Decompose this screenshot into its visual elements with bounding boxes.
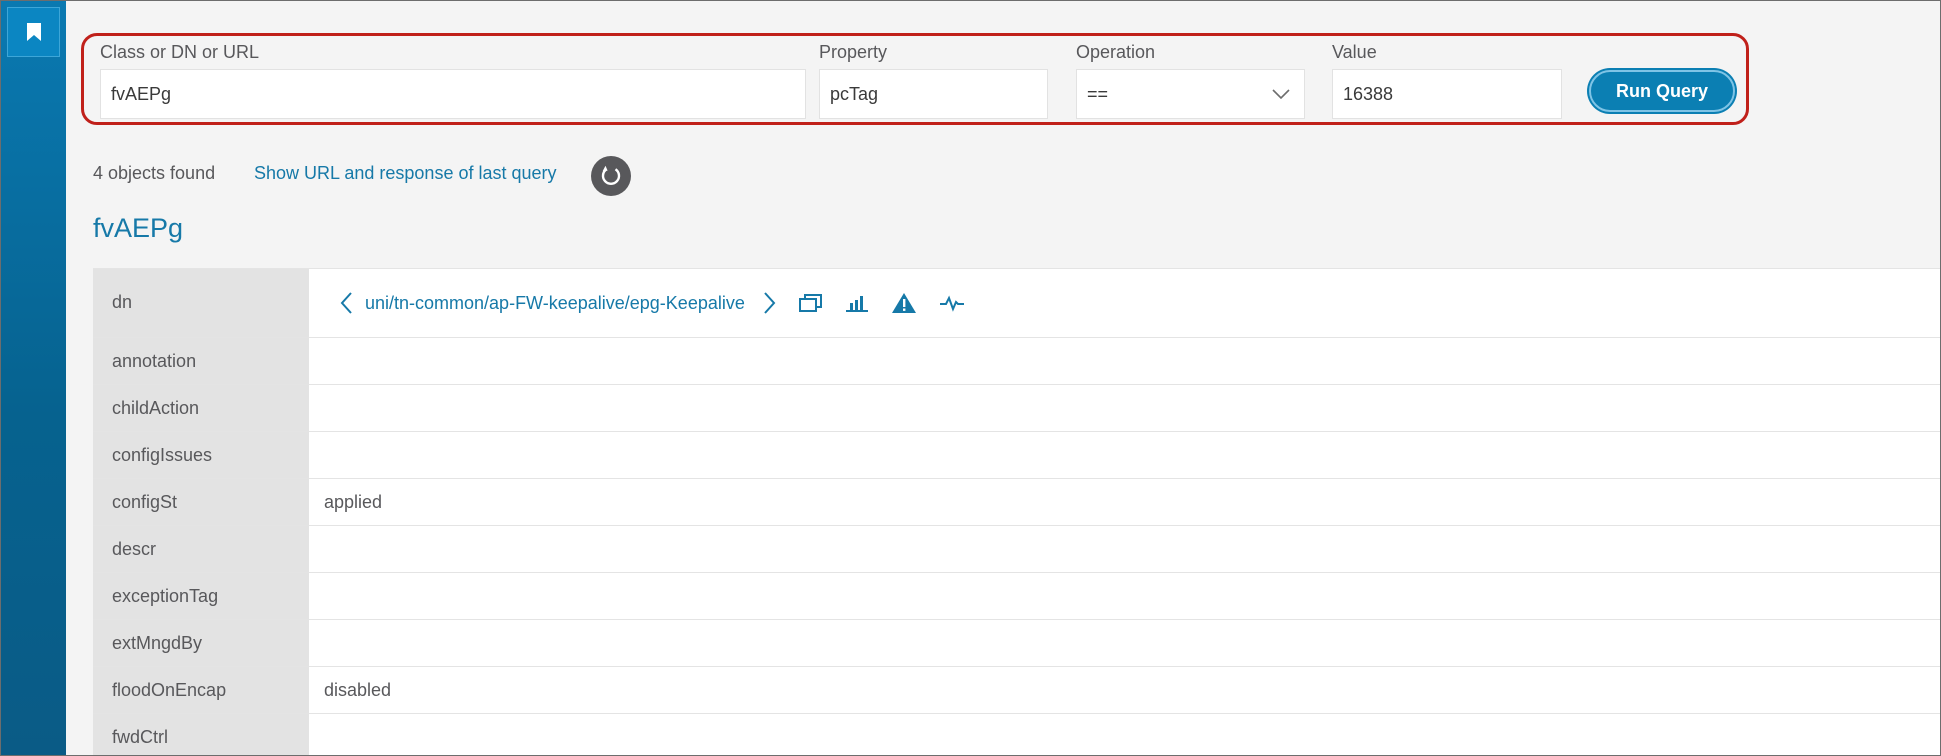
table-row: descr: [93, 526, 1940, 573]
property-field-label: Property: [819, 42, 888, 62]
refresh-button[interactable]: [591, 156, 631, 196]
health-button[interactable]: [939, 293, 965, 313]
chevron-right-icon: [764, 292, 776, 314]
left-sidebar: [1, 1, 66, 755]
property-value: applied: [309, 479, 1940, 525]
dn-link[interactable]: uni/tn-common/ap-FW-keepalive/epg-Keepal…: [365, 293, 745, 314]
table-row-dn: dn uni/tn-common/ap-FW-keepalive/epg-Kee…: [93, 268, 1940, 338]
property-key: descr: [93, 526, 309, 572]
property-key: exceptionTag: [93, 573, 309, 619]
table-row: fwdCtrl: [93, 714, 1940, 755]
operation-selected-value: ==: [1087, 83, 1109, 104]
table-row: configIssues: [93, 432, 1940, 479]
bar-chart-icon: [845, 296, 868, 312]
objects-found-count: 4 objects found: [93, 163, 216, 183]
table-row: floodOnEncap disabled: [93, 667, 1940, 714]
open-window-icon: [798, 294, 822, 312]
property-value: uni/tn-common/ap-FW-keepalive/epg-Keepal…: [309, 269, 1940, 337]
property-value: [309, 385, 1940, 431]
object-properties-table: dn uni/tn-common/ap-FW-keepalive/epg-Kee…: [93, 268, 1940, 755]
class-heading: fvAEPg: [93, 213, 184, 243]
property-key: configSt: [93, 479, 309, 525]
property-value: [309, 573, 1940, 619]
property-key: childAction: [93, 385, 309, 431]
bookmarks-button[interactable]: [7, 7, 60, 57]
property-key: configIssues: [93, 432, 309, 478]
class-field-label: Class or DN or URL: [100, 42, 260, 62]
warning-icon: [891, 293, 916, 313]
statistics-button[interactable]: [845, 293, 869, 313]
property-value: [309, 432, 1940, 478]
property-key: extMngdBy: [93, 620, 309, 666]
property-value: [309, 526, 1940, 572]
table-row: exceptionTag: [93, 573, 1940, 620]
chevron-down-icon: [1272, 89, 1290, 100]
chevron-left-icon[interactable]: [339, 291, 353, 315]
table-row: childAction: [93, 385, 1940, 432]
property-rows: annotation childAction configIssues configS…: [93, 338, 1940, 755]
value-input[interactable]: 16388: [1332, 69, 1562, 119]
value-field-label: Value: [1332, 42, 1377, 62]
table-row: configSt applied: [93, 479, 1940, 526]
table-row: extMngdBy: [93, 620, 1940, 667]
operation-select[interactable]: ==: [1076, 69, 1305, 119]
property-key: floodOnEncap: [93, 667, 309, 713]
faults-button[interactable]: [891, 292, 917, 314]
app-window: Class or DN or URL fvAEPg Property pcTag…: [0, 0, 1941, 756]
property-key: fwdCtrl: [93, 714, 309, 755]
refresh-icon: [601, 165, 621, 186]
class-input[interactable]: fvAEPg: [100, 69, 806, 119]
show-url-link[interactable]: Show URL and response of last query: [254, 163, 557, 184]
property-input[interactable]: pcTag: [819, 69, 1048, 119]
table-row: annotation: [93, 338, 1940, 385]
property-key: annotation: [93, 338, 309, 384]
property-value: [309, 620, 1940, 666]
health-pulse-icon: [939, 295, 964, 312]
bookmark-icon: [26, 23, 41, 41]
property-value: [309, 338, 1940, 384]
property-value: [309, 714, 1940, 755]
property-key: dn: [93, 269, 309, 337]
operation-field-label: Operation: [1076, 42, 1156, 62]
run-query-button[interactable]: Run Query: [1589, 70, 1735, 112]
property-value: disabled: [309, 667, 1940, 713]
next-object-button[interactable]: [763, 291, 777, 315]
open-window-button[interactable]: [798, 293, 823, 313]
